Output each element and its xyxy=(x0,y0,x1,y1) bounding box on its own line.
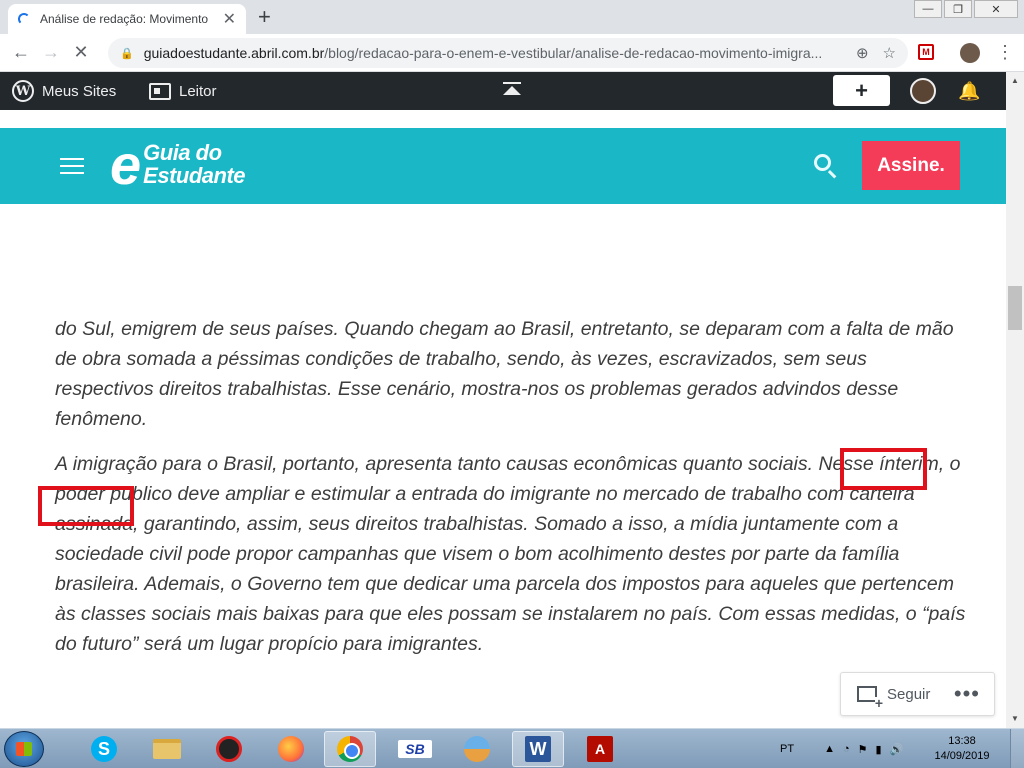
taskbar-word[interactable]: W xyxy=(512,731,564,767)
notifications-bell-icon[interactable]: 🔔 xyxy=(958,81,980,102)
taskbar-clock[interactable]: 13:38 14/09/2019 xyxy=(930,734,994,764)
zoom-icon[interactable]: ⊕ xyxy=(856,44,869,62)
minimize-button[interactable]: — xyxy=(914,0,942,18)
clock-date: 14/09/2019 xyxy=(934,750,990,762)
network-icon[interactable]: ◔ xyxy=(843,743,850,755)
article-body: do Sul, emigrem de seus países. Quando c… xyxy=(55,314,970,674)
firefox-icon xyxy=(278,736,304,762)
taskbar-firefox[interactable] xyxy=(265,731,317,767)
flag-icon[interactable]: ⚑ xyxy=(858,743,868,756)
browser-toolbar: ← → ✕ 🔒 guiadoestudante.abril.com.br /bl… xyxy=(0,34,1024,72)
browser-titlebar: Análise de redação: Movimento i ✕ + — ❐ … xyxy=(0,0,1024,34)
logo-e: e xyxy=(110,133,142,196)
site-header: e Guia do Estudante Assine. xyxy=(0,128,1006,204)
taskbar-pdf[interactable]: A xyxy=(574,731,626,767)
maximize-button[interactable]: ❐ xyxy=(944,0,972,18)
logo-line-2: Estudante xyxy=(143,163,246,188)
skype-icon: S xyxy=(91,736,117,762)
reader-label: Leitor xyxy=(179,82,217,100)
article-paragraph: do Sul, emigrem de seus países. Quando c… xyxy=(55,318,954,430)
word-icon: W xyxy=(525,736,551,762)
bookmark-star-icon[interactable]: ☆ xyxy=(883,44,896,62)
stop-loading-button[interactable]: ✕ xyxy=(66,42,96,63)
write-post-button[interactable]: + xyxy=(833,75,890,106)
browser-tab[interactable]: Análise de redação: Movimento i ✕ xyxy=(8,4,246,34)
new-tab-button[interactable]: + xyxy=(258,6,271,28)
collapse-bar-icon[interactable] xyxy=(503,82,521,98)
taskbar-disc[interactable] xyxy=(451,731,503,767)
taskbar-sb[interactable]: SB xyxy=(389,731,441,767)
sb-app-icon: SB xyxy=(398,740,432,758)
language-indicator[interactable]: PT xyxy=(780,743,794,755)
tray-expand-arrow[interactable]: ▲ xyxy=(824,743,835,755)
url-host: guiadoestudante.abril.com.br xyxy=(143,45,325,61)
chrome-icon xyxy=(337,736,363,762)
more-options-icon[interactable]: ••• xyxy=(954,683,980,705)
taskbar-explorer[interactable] xyxy=(141,731,193,767)
browser-menu-icon[interactable]: ⋮ xyxy=(996,42,1014,62)
scrollbar-thumb[interactable] xyxy=(1008,286,1022,330)
hamburger-menu-icon[interactable] xyxy=(60,158,84,179)
window-controls: — ❐ ✕ xyxy=(912,0,1018,18)
pdf-icon: A xyxy=(587,736,613,762)
subscribe-button[interactable]: Assine. xyxy=(862,141,960,190)
taskbar-skype[interactable]: S xyxy=(78,731,130,767)
game-icon xyxy=(216,736,242,762)
wordpress-admin-bar: W Meus Sites Leitor + 🔔 xyxy=(0,72,1006,110)
signal-icon[interactable]: ▮ xyxy=(875,743,881,756)
omnibox-actions: ⊕ ☆ xyxy=(855,44,896,62)
scroll-up-arrow[interactable]: ▲ xyxy=(1006,72,1024,90)
url-path: /blog/redacao-para-o-enem-e-vestibular/a… xyxy=(324,45,823,61)
follow-label: Seguir xyxy=(887,685,931,703)
close-window-button[interactable]: ✕ xyxy=(974,0,1018,18)
windows-taskbar: S SB W A PT ▲ ◔ ⚑ ▮ 🔊 13:38 14/09/2019 xyxy=(0,728,1024,768)
highlight-box-interim xyxy=(38,486,134,526)
my-sites-label: Meus Sites xyxy=(42,82,117,100)
back-button[interactable]: ← xyxy=(6,42,36,63)
search-icon[interactable] xyxy=(814,154,831,171)
taskbar-chrome[interactable] xyxy=(324,731,376,767)
highlight-box-nesse xyxy=(840,448,927,490)
loading-spinner-icon xyxy=(18,13,30,25)
scroll-down-arrow[interactable]: ▼ xyxy=(1006,710,1024,728)
extension-icon[interactable]: M xyxy=(918,44,934,60)
show-desktop-button[interactable] xyxy=(1010,729,1024,768)
system-tray: PT ▲ ◔ ⚑ ▮ 🔊 xyxy=(780,729,911,768)
start-button[interactable] xyxy=(4,731,44,767)
clock-time: 13:38 xyxy=(948,735,976,747)
follow-icon xyxy=(857,686,883,709)
tab-close-icon[interactable]: ✕ xyxy=(223,9,236,29)
user-avatar[interactable] xyxy=(910,78,936,104)
wordpress-logo-icon: W xyxy=(12,80,34,102)
profile-avatar[interactable] xyxy=(960,43,980,63)
lock-icon: 🔒 xyxy=(120,47,134,60)
follow-widget[interactable]: Seguir ••• xyxy=(840,672,995,716)
address-bar[interactable]: 🔒 guiadoestudante.abril.com.br /blog/red… xyxy=(108,38,908,68)
tab-title: Análise de redação: Movimento i xyxy=(40,12,212,26)
reader-menu[interactable]: Leitor xyxy=(149,72,217,110)
article-paragraph: A imigração para o Brasil, portanto, apr… xyxy=(55,453,966,655)
taskbar-game[interactable] xyxy=(203,731,255,767)
logo-line-1: Guia do xyxy=(143,140,222,165)
volume-icon[interactable]: 🔊 xyxy=(890,743,904,756)
folder-icon xyxy=(153,739,181,759)
site-logo[interactable]: e Guia do Estudante xyxy=(110,133,246,196)
forward-button[interactable]: → xyxy=(36,42,66,63)
disc-app-icon xyxy=(464,736,490,762)
my-sites-menu[interactable]: W Meus Sites xyxy=(12,72,116,110)
reader-icon xyxy=(149,82,171,100)
page-scrollbar[interactable] xyxy=(1006,72,1024,728)
